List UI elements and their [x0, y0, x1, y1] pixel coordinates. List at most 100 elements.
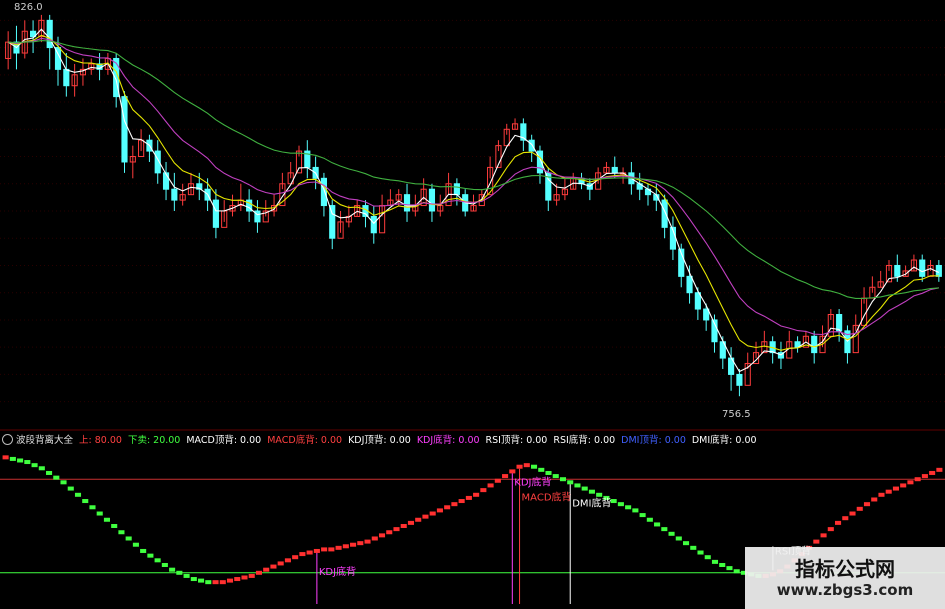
osc-bar-rising: [321, 547, 328, 552]
watermark-title: 指标公式网: [795, 557, 895, 581]
annotation-label: DMI底背: [572, 496, 611, 509]
indicator-value-item: 下卖: 20.00: [127, 435, 181, 446]
osc-bar-rising: [820, 533, 827, 538]
osc-bar-falling: [169, 567, 176, 572]
osc-bar-rising: [451, 502, 458, 507]
osc-bar-rising: [914, 477, 921, 482]
osc-bar-rising: [892, 486, 899, 491]
candle-down: [919, 259, 926, 277]
osc-bar-falling: [82, 499, 89, 504]
osc-bar-falling: [588, 489, 595, 494]
osc-bar-falling: [154, 558, 161, 563]
osc-bar-rising: [219, 580, 226, 585]
candle-down: [528, 139, 535, 152]
osc-bar-rising: [241, 575, 248, 580]
osc-bar-falling: [538, 467, 545, 472]
osc-bar-falling: [147, 553, 154, 558]
osc-bar-falling: [545, 470, 552, 475]
osc-bar-rising: [335, 545, 342, 550]
osc-bar-falling: [111, 524, 118, 528]
osc-bar-rising: [813, 539, 820, 544]
osc-bar-falling: [60, 480, 67, 485]
osc-bar-rising: [863, 502, 871, 507]
candle-down: [403, 194, 411, 212]
osc-bar-falling: [190, 577, 197, 582]
indicator-value-item: DMI底背: 0.00: [691, 435, 757, 446]
osc-bar-rising: [878, 492, 885, 497]
osc-bar-rising: [328, 547, 335, 552]
osc-bar-rising: [255, 570, 263, 575]
osc-bar-rising: [929, 470, 936, 475]
osc-bar-rising: [509, 469, 516, 474]
candle-down: [121, 96, 128, 163]
osc-bar-rising: [226, 578, 234, 583]
osc-bar-rising: [342, 544, 349, 549]
indicator-legend-bar: 波段背离大全 上: 80.00 下卖: 20.00 MACD顶背: 0.00 MACD…: [0, 431, 945, 447]
osc-bar-rising: [856, 506, 863, 511]
osc-bar-falling: [632, 508, 639, 513]
osc-bar-falling: [24, 460, 31, 465]
osc-bar-falling: [118, 530, 125, 535]
osc-bar-rising: [306, 550, 313, 555]
osc-bar-rising: [900, 483, 907, 488]
osc-bar-falling: [198, 578, 205, 583]
osc-bar-rising: [429, 511, 436, 516]
osc-bar-rising: [415, 517, 422, 522]
osc-bar-falling: [596, 492, 603, 497]
osc-bar-rising: [386, 530, 393, 535]
settings-circle-icon[interactable]: [2, 433, 13, 445]
osc-bar-falling: [668, 531, 675, 536]
ma-long-line: [8, 37, 939, 336]
osc-bar-falling: [567, 480, 574, 485]
annotation-label: KDJ底背: [514, 475, 551, 488]
osc-bar-falling: [654, 522, 661, 527]
osc-bar-falling: [46, 470, 53, 475]
candle-down: [320, 177, 328, 207]
osc-bar-rising: [921, 474, 928, 479]
osc-bar-rising: [378, 533, 386, 538]
annotation-label: MACD底背: [522, 491, 572, 504]
indicator-value-item: MACD底背: 0.00: [267, 435, 343, 446]
osc-bar-rising: [284, 558, 291, 563]
osc-bar-rising: [357, 541, 364, 546]
osc-bar-falling: [719, 563, 726, 567]
indicator-value-item: DMI顶背: 0.00: [621, 435, 686, 446]
indicator-value-item: 上: 80.00: [79, 435, 122, 446]
indicator-value-item: RSI底背: 0.00: [553, 435, 616, 446]
watermark-badge: 指标公式网 www.zbgs3.com: [745, 547, 945, 609]
osc-bar-rising: [487, 483, 494, 488]
candle-down: [836, 314, 843, 332]
osc-bar-falling: [682, 541, 690, 546]
candle-down: [686, 275, 693, 294]
osc-bar-rising: [465, 495, 472, 500]
osc-bar-rising: [422, 514, 429, 519]
candle-down: [162, 172, 170, 190]
osc-bar-rising: [270, 564, 277, 569]
osc-bar-rising: [842, 516, 849, 521]
osc-bar-falling: [625, 505, 632, 510]
candle-down: [611, 166, 618, 174]
osc-bar-rising: [407, 520, 415, 525]
osc-bar-falling: [675, 536, 682, 541]
osc-bar-falling: [161, 563, 168, 567]
candle-down: [63, 68, 70, 87]
indicator-value-item: RSI顶背: 0.00: [485, 435, 548, 446]
osc-bar-falling: [53, 475, 60, 480]
osc-bar-falling: [132, 542, 139, 547]
osc-bar-falling: [711, 559, 719, 564]
osc-bar-rising: [299, 552, 306, 557]
osc-bar-rising: [364, 539, 371, 544]
ma-mid-line: [8, 34, 939, 351]
osc-bar-rising: [907, 480, 914, 485]
osc-bar-falling: [726, 566, 733, 571]
osc-bar-rising: [516, 464, 523, 469]
osc-bar-rising: [350, 542, 357, 547]
osc-bar-falling: [646, 517, 653, 522]
osc-bar-rising: [936, 467, 943, 472]
osc-bar-rising: [480, 488, 487, 493]
indicator-name[interactable]: 波段背离大全: [16, 432, 73, 446]
osc-bar-falling: [661, 527, 668, 532]
candle-down: [370, 215, 377, 234]
candle-down: [736, 373, 743, 386]
osc-bar-falling: [530, 464, 538, 469]
